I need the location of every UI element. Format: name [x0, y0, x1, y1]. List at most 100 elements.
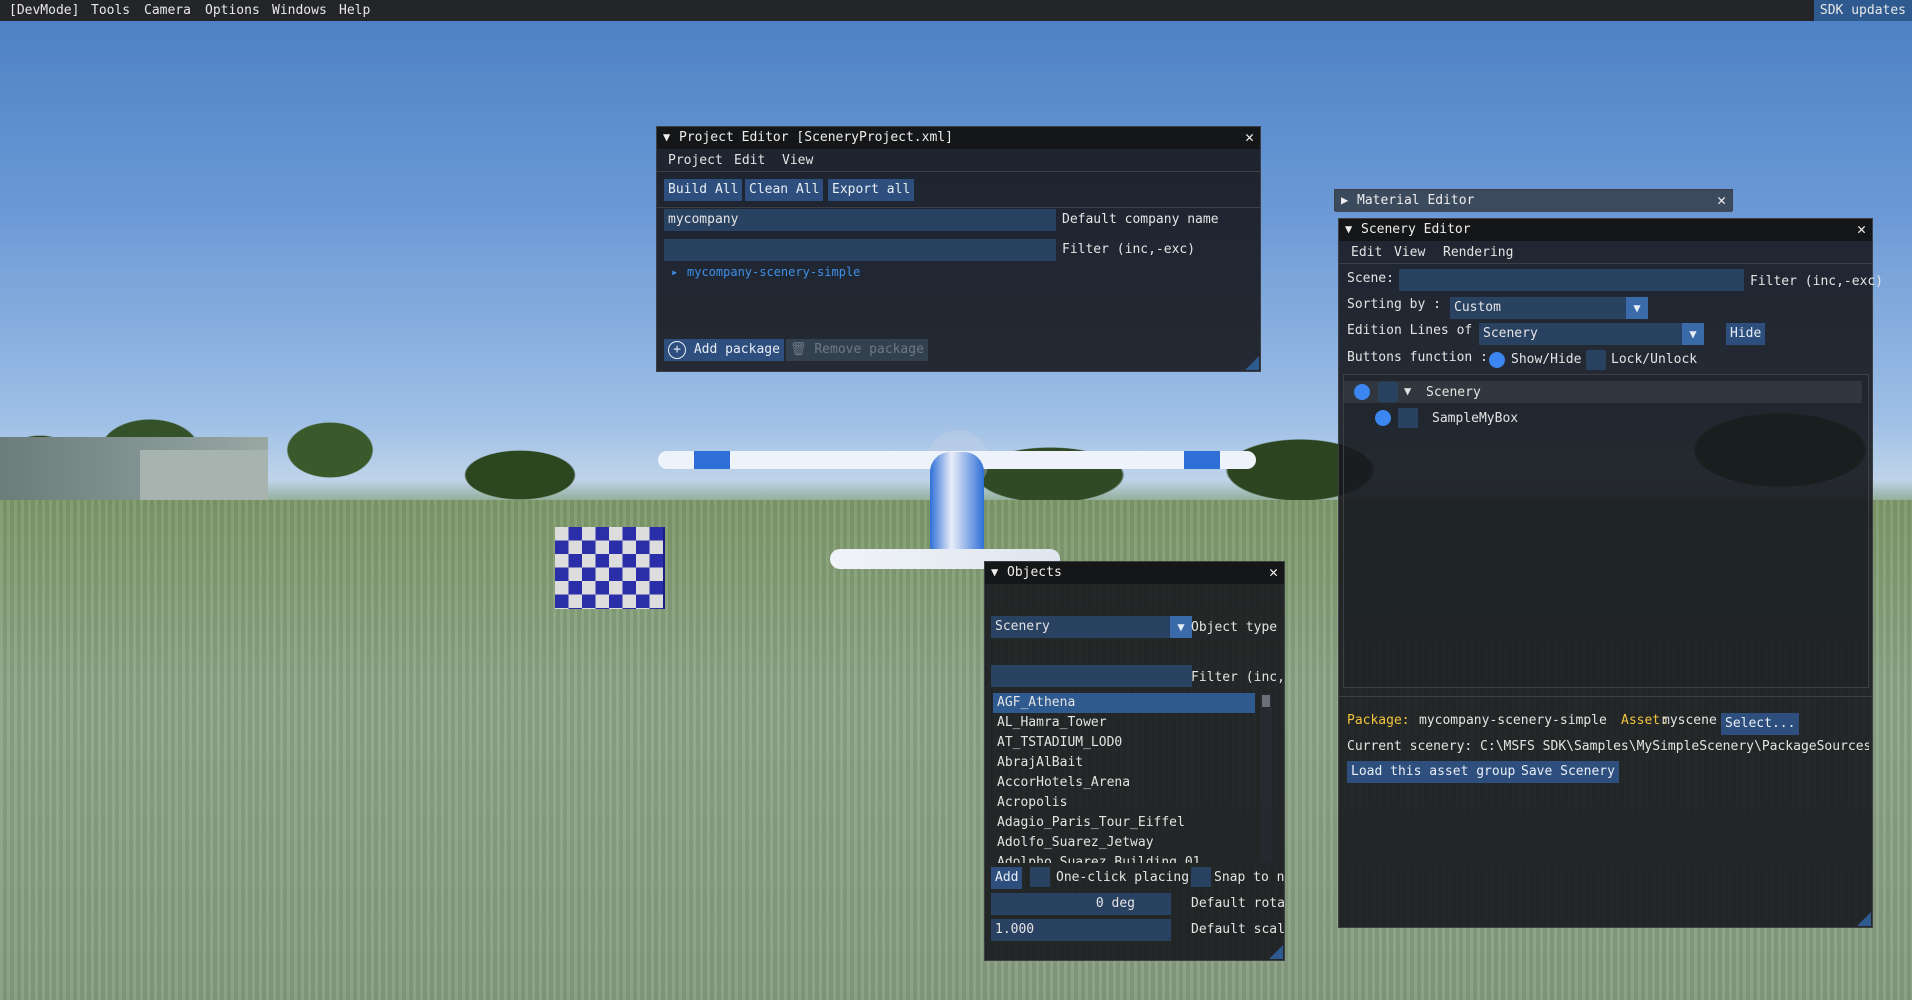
show-hide-radio[interactable]: [1489, 352, 1505, 368]
select-asset-button[interactable]: Select...: [1721, 713, 1800, 735]
lock-unlock-radio[interactable]: [1586, 350, 1606, 370]
export-all-button[interactable]: Export all: [828, 179, 915, 201]
material-editor-window: ▶ Material Editor ✕: [1334, 189, 1733, 212]
chevron-down-icon: ▼: [1626, 297, 1648, 319]
list-item[interactable]: Acropolis: [993, 793, 1255, 813]
snap-label: Snap to n: [1214, 870, 1285, 885]
add-package-button[interactable]: + Add package: [664, 339, 784, 361]
resize-grip[interactable]: [1245, 356, 1259, 370]
menu-tools[interactable]: Tools: [91, 3, 130, 18]
project-editor-titlebar[interactable]: ▼ Project Editor [SceneryProject.xml] ✕: [657, 127, 1260, 149]
objects-window: ▼ Objects ✕ Scenery ▼ Object type Filter…: [984, 561, 1285, 961]
menu-project[interactable]: Project: [668, 153, 723, 168]
menu-options[interactable]: Options: [205, 3, 260, 18]
one-click-placing-checkbox[interactable]: [1030, 867, 1050, 887]
list-item[interactable]: AccorHotels_Arena: [993, 773, 1255, 793]
sorting-label: Sorting by :: [1347, 297, 1441, 312]
edition-lines-select[interactable]: Scenery ▼: [1479, 323, 1704, 345]
hide-button[interactable]: Hide: [1726, 323, 1766, 345]
package-filter-input[interactable]: [664, 239, 1056, 261]
material-editor-title: Material Editor: [1357, 193, 1475, 208]
object-type-value: Scenery: [995, 619, 1050, 634]
resize-grip[interactable]: [1269, 945, 1283, 959]
lock-toggle[interactable]: [1378, 382, 1398, 402]
tree-node-label: Scenery: [1426, 385, 1481, 400]
scene-filter-input[interactable]: [1399, 269, 1744, 291]
close-icon[interactable]: ✕: [1269, 563, 1278, 581]
lock-toggle[interactable]: [1398, 408, 1418, 428]
divider: [1339, 263, 1872, 264]
list-item[interactable]: AL_Hamra_Tower: [993, 713, 1255, 733]
collapse-icon[interactable]: ▼: [991, 565, 998, 579]
buttons-function-label: Buttons function :: [1347, 350, 1488, 365]
close-icon[interactable]: ✕: [1857, 220, 1866, 238]
menu-view[interactable]: View: [782, 153, 813, 168]
menu-view[interactable]: View: [1394, 245, 1425, 260]
resize-grip[interactable]: [1857, 912, 1871, 926]
tree-row-scenery[interactable]: ▼ Scenery: [1344, 381, 1862, 403]
close-icon[interactable]: ✕: [1245, 128, 1254, 146]
list-item[interactable]: AGF_Athena: [993, 693, 1255, 713]
project-editor-title: Project Editor [SceneryProject.xml]: [679, 130, 953, 145]
scrollbar-thumb[interactable]: [1262, 695, 1270, 707]
divider: [657, 207, 1260, 208]
scenery-tree: ▼ Scenery SampleMyBox: [1343, 374, 1869, 688]
material-editor-titlebar[interactable]: ▶ Material Editor ✕: [1335, 190, 1732, 212]
divider: [1339, 696, 1872, 697]
expand-icon[interactable]: ▶: [1341, 193, 1348, 207]
dev-menubar: [DevMode] Tools Camera Options Windows H…: [0, 0, 1912, 21]
clean-all-button[interactable]: Clean All: [745, 179, 824, 201]
object-type-select[interactable]: Scenery ▼: [991, 616, 1192, 638]
close-icon[interactable]: ✕: [1717, 191, 1726, 209]
snap-checkbox[interactable]: [1191, 867, 1211, 887]
scenery-editor-titlebar[interactable]: ▼ Scenery Editor ✕: [1339, 219, 1872, 241]
package-filter-label: Filter (inc,-exc): [1062, 242, 1196, 257]
collapse-icon[interactable]: ▼: [1345, 222, 1352, 236]
package-item[interactable]: mycompany-scenery-simple: [687, 265, 860, 279]
current-scenery-path: Current scenery: C:\MSFS SDK\Samples\MyS…: [1347, 739, 1869, 754]
menu-help[interactable]: Help: [339, 3, 370, 18]
company-name-input[interactable]: mycompany: [664, 209, 1056, 231]
scenery-editor-title: Scenery Editor: [1361, 222, 1471, 237]
menu-rendering[interactable]: Rendering: [1443, 245, 1513, 260]
load-asset-group-button[interactable]: Load this asset group: [1347, 761, 1520, 783]
chevron-down-icon: ▼: [1170, 616, 1192, 638]
list-item[interactable]: AT_TSTADIUM_LOD0: [993, 733, 1255, 753]
remove-package-button[interactable]: 🗑 Remove package: [786, 339, 928, 361]
list-item[interactable]: Adolfo_Suarez_Jetway: [993, 833, 1255, 853]
visibility-toggle[interactable]: [1354, 384, 1370, 400]
scale-input[interactable]: 1.000: [991, 919, 1171, 941]
menu-edit[interactable]: Edit: [1351, 245, 1382, 260]
asset-value: myscene: [1662, 713, 1717, 728]
objects-filter-input[interactable]: [991, 665, 1192, 687]
objects-filter-label: Filter (inc,: [1191, 670, 1285, 685]
object-type-label: Object type: [1191, 620, 1278, 635]
rotation-label: Default rota: [1191, 896, 1285, 911]
expand-arrow-icon[interactable]: ▸: [671, 265, 678, 279]
rotation-input[interactable]: 0 deg: [991, 893, 1171, 915]
add-object-button[interactable]: Add: [991, 867, 1023, 889]
sdk-updates-button[interactable]: SDK updates: [1813, 0, 1912, 21]
list-item[interactable]: AbrajAlBait: [993, 753, 1255, 773]
list-scrollbar[interactable]: [1260, 693, 1272, 863]
edition-lines-label: Edition Lines of: [1347, 323, 1473, 338]
scene-filter-label: Filter (inc,-exc): [1750, 274, 1884, 289]
sorting-select[interactable]: Custom ▼: [1450, 297, 1648, 319]
list-item[interactable]: Adagio_Paris_Tour_Eiffel: [993, 813, 1255, 833]
build-all-button[interactable]: Build All: [664, 179, 743, 201]
save-scenery-button[interactable]: Save Scenery: [1517, 761, 1619, 783]
visibility-toggle[interactable]: [1375, 410, 1391, 426]
trash-icon: 🗑: [790, 342, 807, 357]
list-item[interactable]: Adolpho_Suarez_Building_01: [993, 853, 1255, 863]
menu-devmode[interactable]: [DevMode]: [9, 3, 79, 18]
objects-title: Objects: [1007, 565, 1062, 580]
menu-camera[interactable]: Camera: [144, 3, 191, 18]
sample-box-object[interactable]: [555, 527, 665, 609]
collapse-icon[interactable]: ▼: [663, 130, 670, 144]
tree-row-samplemybox[interactable]: SampleMyBox: [1344, 407, 1862, 429]
collapse-icon[interactable]: ▼: [1404, 384, 1411, 398]
menu-edit[interactable]: Edit: [734, 153, 765, 168]
objects-list: AGF_Athena AL_Hamra_Tower AT_TSTADIUM_LO…: [989, 691, 1273, 863]
objects-titlebar[interactable]: ▼ Objects ✕: [985, 562, 1284, 584]
menu-windows[interactable]: Windows: [272, 3, 327, 18]
